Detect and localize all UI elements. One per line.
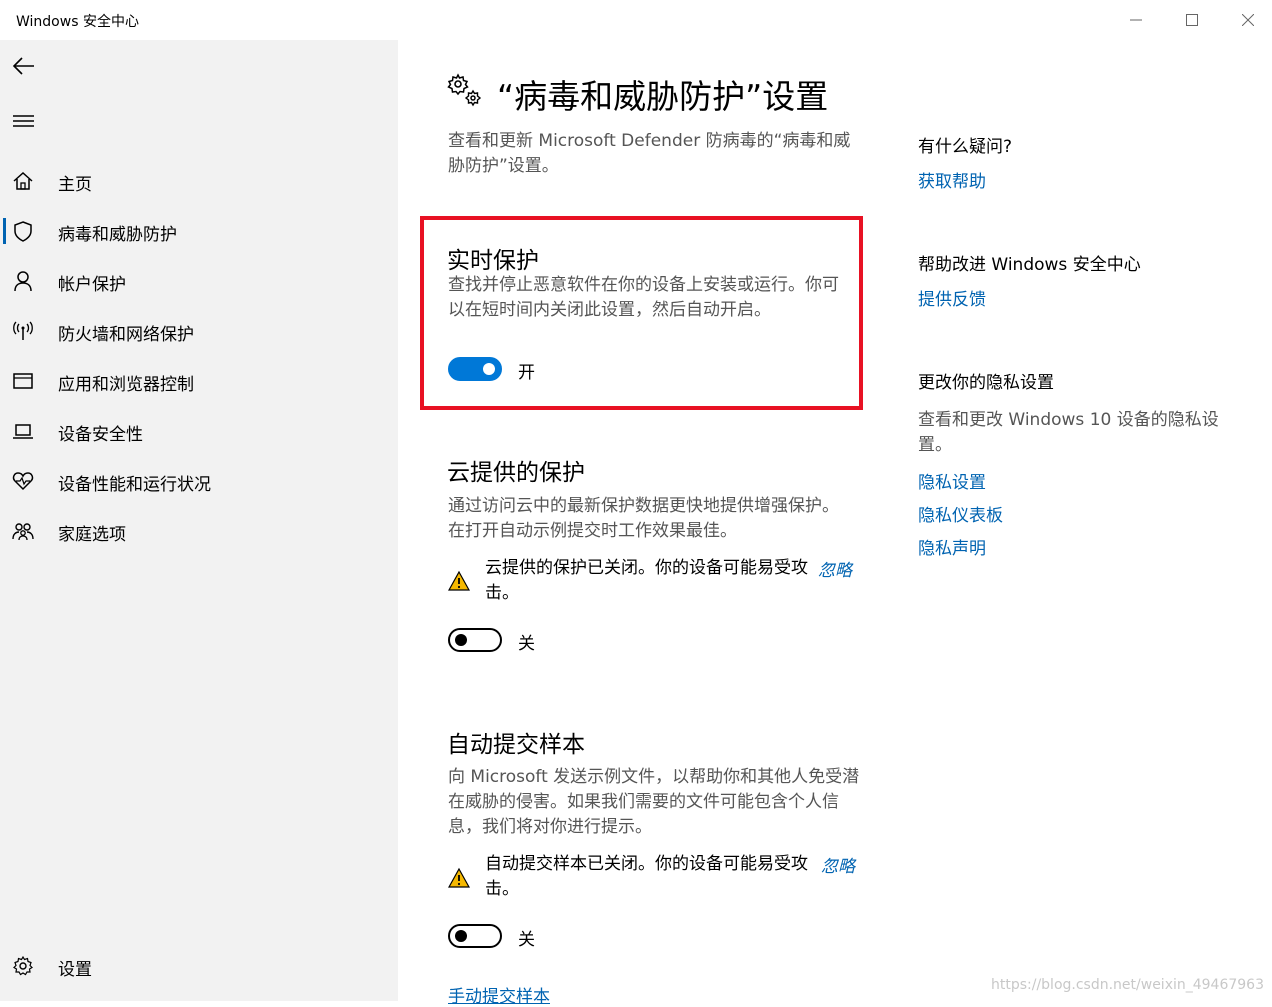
sidebar-item-label: 主页 xyxy=(58,175,92,195)
sample-submission-warning: 自动提交样本已关闭。你的设备可能易受攻击。 xyxy=(485,854,808,899)
sidebar-item-label: 帐户保护 xyxy=(58,275,126,295)
sidebar-item-label: 设置 xyxy=(58,960,92,980)
sample-toggle-state: 关 xyxy=(518,930,535,950)
cloud-protection-title: 云提供的保护 xyxy=(447,460,585,486)
cloud-protection-warning: 云提供的保护已关闭。你的设备可能易受攻击。 xyxy=(485,558,808,603)
sidebar-item-label: 防火墙和网络保护 xyxy=(58,325,194,345)
toggle-knob xyxy=(455,634,467,646)
cloud-protection-description: 通过访问云中的最新保护数据更快地提供增强保护。在打开自动示例提交时工作效果最佳。 xyxy=(448,496,839,541)
close-button[interactable] xyxy=(1228,6,1268,34)
toggle-knob xyxy=(455,930,467,942)
home-icon xyxy=(13,171,33,190)
sidebar-item-label: 应用和浏览器控制 xyxy=(58,375,194,395)
realtime-protection-toggle[interactable] xyxy=(448,357,502,381)
cloud-toggle-state: 关 xyxy=(518,634,535,654)
privacy-description: 查看和更改 Windows 10 设备的隐私设置。 xyxy=(918,410,1219,455)
realtime-toggle-state: 开 xyxy=(518,363,535,383)
maximize-icon xyxy=(1186,14,1198,26)
sidebar-item-account-protection[interactable]: 帐户保护 xyxy=(0,260,398,300)
get-help-link[interactable]: 获取帮助 xyxy=(918,167,986,192)
sidebar-item-label: 病毒和威胁防护 xyxy=(58,225,177,245)
close-icon xyxy=(1242,14,1254,26)
sample-submission-title: 自动提交样本 xyxy=(447,732,585,758)
sample-submission-description: 向 Microsoft 发送示例文件，以帮助你和其他人免受潜在威胁的侵害。如果我… xyxy=(448,767,860,837)
laptop-icon xyxy=(13,424,33,439)
maximize-button[interactable] xyxy=(1172,6,1212,34)
privacy-statement-link[interactable]: 隐私声明 xyxy=(918,534,986,559)
browser-window-icon xyxy=(13,373,33,389)
sidebar-item-home[interactable]: 主页 xyxy=(0,160,398,200)
privacy-heading: 更改你的隐私设置 xyxy=(918,373,1054,393)
heart-pulse-icon xyxy=(12,472,34,491)
page-description: 查看和更新 Microsoft Defender 防病毒的“病毒和威胁防护”设置… xyxy=(448,131,851,176)
gear-icon xyxy=(13,955,33,976)
sidebar-item-family-options[interactable]: 家庭选项 xyxy=(0,510,398,550)
sidebar-item-label: 设备安全性 xyxy=(58,425,143,445)
sample-submission-toggle[interactable] xyxy=(448,924,502,948)
realtime-protection-title: 实时保护 xyxy=(447,248,539,274)
cloud-dismiss-link[interactable]: 忽略 xyxy=(818,556,852,581)
warning-icon xyxy=(448,570,470,591)
back-button[interactable] xyxy=(10,52,38,80)
hamburger-menu-button[interactable] xyxy=(10,108,38,136)
sidebar-item-label: 家庭选项 xyxy=(58,525,126,545)
window-title: Windows 安全中心 xyxy=(16,14,139,30)
title-bar: Windows 安全中心 xyxy=(0,0,1272,40)
warning-icon xyxy=(448,867,470,888)
antenna-icon xyxy=(13,321,33,340)
minimize-button[interactable] xyxy=(1116,6,1156,34)
hamburger-icon xyxy=(13,115,34,127)
sample-dismiss-link[interactable]: 忽略 xyxy=(821,852,855,877)
back-arrow-icon xyxy=(12,57,34,75)
sidebar-item-label: 设备性能和运行状况 xyxy=(58,475,211,495)
gears-icon xyxy=(447,73,482,107)
manual-submit-link[interactable]: 手动提交样本 xyxy=(448,982,550,1007)
shield-icon xyxy=(14,221,32,242)
question-heading: 有什么疑问? xyxy=(918,137,1013,157)
page-title: “病毒和威胁防护”设置 xyxy=(497,77,829,116)
privacy-dashboard-link[interactable]: 隐私仪表板 xyxy=(918,501,1003,526)
toggle-knob xyxy=(483,363,495,375)
person-icon xyxy=(14,271,32,292)
sidebar-item-device-performance[interactable]: 设备性能和运行状况 xyxy=(0,460,398,500)
give-feedback-link[interactable]: 提供反馈 xyxy=(918,285,986,310)
active-indicator xyxy=(3,218,6,244)
sidebar-item-app-browser-control[interactable]: 应用和浏览器控制 xyxy=(0,360,398,400)
realtime-protection-description: 查找并停止恶意软件在你的设备上安装或运行。你可以在短时间内关闭此设置，然后自动开… xyxy=(448,275,839,320)
minimize-icon xyxy=(1130,19,1142,21)
sidebar-item-virus-protection[interactable]: 病毒和威胁防护 xyxy=(0,210,398,250)
family-icon xyxy=(12,523,34,541)
watermark: https://blog.csdn.net/weixin_49467963 xyxy=(990,977,1264,993)
improve-heading: 帮助改进 Windows 安全中心 xyxy=(918,255,1141,275)
cloud-protection-toggle[interactable] xyxy=(448,628,502,652)
sidebar-item-settings[interactable]: 设置 xyxy=(0,945,398,985)
privacy-settings-link[interactable]: 隐私设置 xyxy=(918,468,986,493)
sidebar-item-firewall[interactable]: 防火墙和网络保护 xyxy=(0,310,398,350)
sidebar-item-device-security[interactable]: 设备安全性 xyxy=(0,410,398,450)
